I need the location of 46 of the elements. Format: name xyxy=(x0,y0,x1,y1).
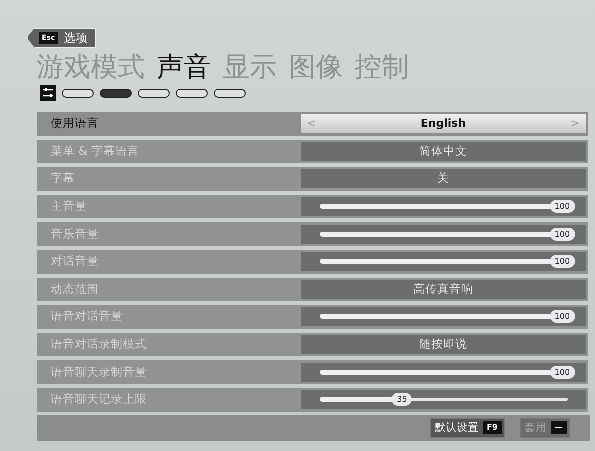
setting-row[interactable]: 主音量 100 xyxy=(37,194,588,218)
option-selector[interactable]: 简体中文 xyxy=(301,142,586,161)
slider-thumb[interactable]: 100 xyxy=(550,255,576,268)
setting-label: 语音聊天记录上限 xyxy=(51,392,147,408)
setting-label: 语音对话录制模式 xyxy=(51,337,147,352)
setting-row[interactable]: 语音对话录制模式 随按即说 xyxy=(37,332,588,356)
slider[interactable]: 100 xyxy=(301,362,586,382)
setting-row[interactable]: 语音聊天录制音量 100 xyxy=(37,360,588,384)
page-indicator[interactable] xyxy=(138,88,170,98)
slider-thumb[interactable]: 100 xyxy=(550,366,576,379)
footer-button[interactable]: 默认设置 F9 xyxy=(430,418,505,438)
setting-row[interactable]: 使用语言 < English > xyxy=(37,112,588,136)
setting-label: 语音对话音量 xyxy=(51,309,123,324)
slider-thumb[interactable]: 100 xyxy=(550,310,576,324)
setting-label: 菜单 & 字幕语言 xyxy=(51,144,140,159)
setting-label: 语音聊天录制音量 xyxy=(51,364,147,380)
option-selector[interactable]: 关 xyxy=(301,169,586,188)
slider[interactable]: 100 xyxy=(301,307,586,326)
tab[interactable]: 声音 xyxy=(157,49,211,85)
setting-row[interactable]: 音乐音量 100 xyxy=(37,222,588,246)
slider-thumb[interactable]: 100 xyxy=(550,200,576,214)
setting-label: 字幕 xyxy=(51,171,75,186)
setting-row[interactable]: 字幕 关 xyxy=(37,167,588,191)
slider[interactable]: 100 xyxy=(301,224,586,244)
setting-label: 对话音量 xyxy=(51,254,99,270)
setting-label: 主音量 xyxy=(51,199,87,214)
slider-thumb[interactable]: 100 xyxy=(550,228,576,241)
setting-label: 音乐音量 xyxy=(51,226,99,242)
slider[interactable]: 100 xyxy=(301,197,586,216)
slider[interactable]: 100 xyxy=(301,252,586,272)
setting-row[interactable]: 语音聊天记录上限 35 xyxy=(37,388,588,412)
setting-row[interactable]: 动态范围 高传真音响 xyxy=(37,278,588,302)
setting-label: 动态范围 xyxy=(51,282,99,297)
setting-row[interactable]: 菜单 & 字幕语言 简体中文 xyxy=(37,140,588,164)
slider-thumb[interactable]: 35 xyxy=(392,393,412,406)
setting-row[interactable]: 对话音量 100 xyxy=(37,250,588,274)
setting-label: 使用语言 xyxy=(51,116,99,132)
page-indicator[interactable] xyxy=(214,88,246,98)
page-indicator[interactable] xyxy=(176,88,208,98)
page-indicator[interactable] xyxy=(62,88,94,98)
option-selector[interactable]: 随按即说 xyxy=(301,335,586,354)
sliders-icon[interactable] xyxy=(40,85,56,101)
setting-row[interactable]: 语音对话音量 100 xyxy=(37,305,588,329)
slider[interactable]: 35 xyxy=(301,390,586,410)
page-indicator[interactable] xyxy=(100,88,132,98)
option-selector[interactable]: 高传真音响 xyxy=(301,280,586,299)
